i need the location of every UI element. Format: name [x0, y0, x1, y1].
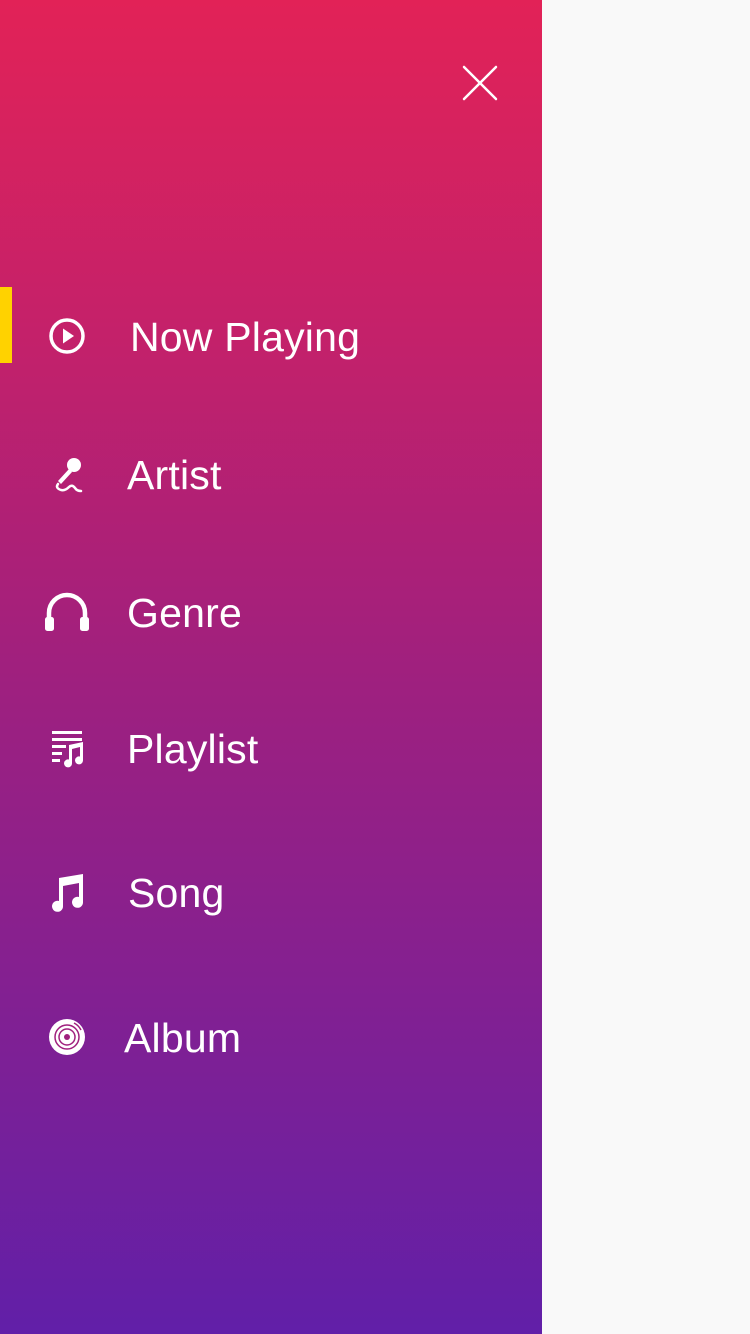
navigation-drawer: Now Playing Artist Genre Playlist Song A… [0, 0, 542, 1334]
menu-item-label: Now Playing [130, 314, 361, 360]
menu-item-genre[interactable]: Genre [0, 572, 542, 652]
menu-item-artist[interactable]: Artist [0, 434, 542, 514]
close-button[interactable] [450, 56, 510, 112]
menu-item-playlist[interactable]: Playlist [0, 708, 542, 788]
menu-item-album[interactable]: Album [0, 997, 542, 1077]
menu-item-now-playing[interactable]: Now Playing [0, 296, 542, 376]
headphones-icon [44, 592, 90, 632]
content-overlay[interactable] [542, 0, 750, 1334]
menu-item-label: Song [128, 870, 225, 916]
menu-item-label: Playlist [127, 726, 259, 772]
microphone-icon [44, 454, 90, 494]
music-note-icon [44, 872, 90, 912]
menu-item-label: Artist [127, 452, 222, 498]
playlist-icon [44, 728, 90, 768]
close-icon [462, 65, 498, 101]
menu-item-label: Genre [127, 590, 242, 636]
menu-item-song[interactable]: Song [0, 852, 542, 932]
screen: Now Playing Artist Genre Playlist Song A… [0, 0, 750, 1334]
vinyl-disc-icon [44, 1017, 90, 1057]
menu-item-label: Album [124, 1015, 242, 1061]
play-circle-icon [44, 316, 90, 356]
